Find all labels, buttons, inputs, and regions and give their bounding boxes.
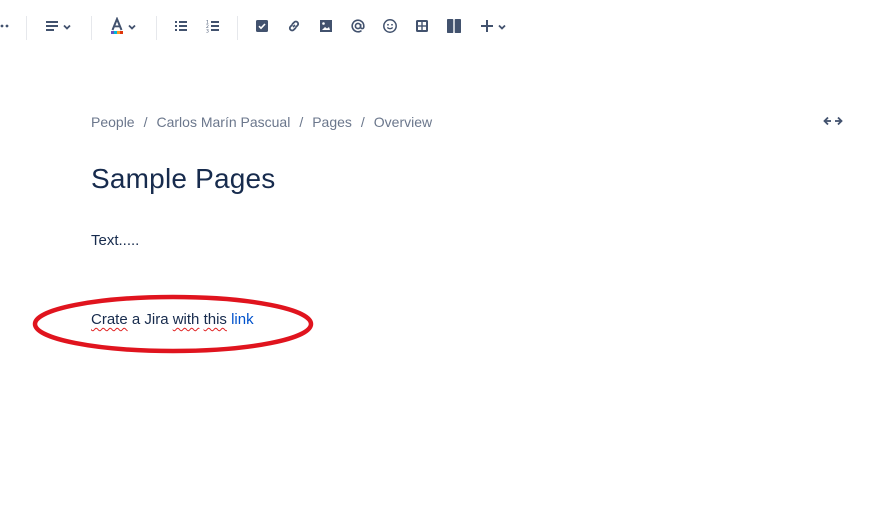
table-icon (415, 19, 429, 38)
bullet-list-icon (174, 19, 188, 38)
text-color-icon (110, 15, 124, 40)
more-formatting-button[interactable] (0, 12, 10, 44)
insert-table-button[interactable] (411, 12, 433, 44)
action-item-button[interactable] (251, 12, 273, 44)
chevron-down-icon (497, 19, 507, 37)
mention-button[interactable] (347, 12, 369, 44)
editor-toolbar: 123 (0, 12, 896, 44)
breadcrumb-separator: / (143, 114, 148, 130)
inline-link[interactable]: link (231, 311, 254, 328)
plus-icon (480, 19, 494, 38)
layout-columns-icon (446, 18, 462, 39)
paragraph-text: a Jira (127, 311, 173, 328)
breadcrumb-item-user[interactable]: Carlos Marín Pascual (156, 114, 290, 130)
misspelled-word[interactable]: Crate (91, 311, 128, 328)
numbered-list-icon: 123 (206, 19, 220, 38)
breadcrumb-separator: / (299, 114, 304, 130)
link-icon (286, 18, 302, 39)
numbered-list-button[interactable]: 123 (202, 12, 224, 44)
toolbar-divider (237, 16, 238, 40)
toolbar-divider (156, 16, 157, 40)
text-alignment-button[interactable] (41, 12, 75, 44)
chevron-down-icon (127, 19, 137, 37)
insert-more-button[interactable] (476, 12, 510, 44)
breadcrumb: People / Carlos Marín Pascual / Pages / … (91, 114, 432, 130)
svg-text:3: 3 (206, 28, 209, 33)
body-paragraph[interactable]: Text..... (91, 232, 139, 249)
insert-link-button[interactable] (283, 12, 305, 44)
toolbar-divider (26, 16, 27, 40)
breadcrumb-item-overview[interactable]: Overview (374, 114, 432, 130)
body-paragraph-with-link[interactable]: Crate a Jira with this link (91, 311, 254, 328)
bullet-list-button[interactable] (170, 12, 192, 44)
text-color-button[interactable] (106, 12, 140, 44)
misspelled-word[interactable]: with (173, 311, 200, 328)
breadcrumb-item-pages[interactable]: Pages (312, 114, 352, 130)
image-icon (319, 19, 333, 38)
misspelled-word[interactable]: this (204, 311, 227, 328)
checkbox-icon (255, 19, 269, 38)
toolbar-divider (91, 16, 92, 40)
emoji-icon (382, 18, 398, 39)
expand-width-icon (823, 113, 843, 131)
breadcrumb-separator: / (360, 114, 365, 130)
align-left-icon (45, 19, 59, 38)
page-title[interactable]: Sample Pages (91, 163, 276, 195)
emoji-button[interactable] (379, 12, 401, 44)
expand-width-button[interactable] (822, 113, 844, 131)
more-icon (0, 18, 10, 39)
layouts-button[interactable] (443, 12, 465, 44)
chevron-down-icon (62, 19, 72, 37)
at-icon (350, 18, 366, 39)
insert-image-button[interactable] (315, 12, 337, 44)
breadcrumb-item-people[interactable]: People (91, 114, 135, 130)
